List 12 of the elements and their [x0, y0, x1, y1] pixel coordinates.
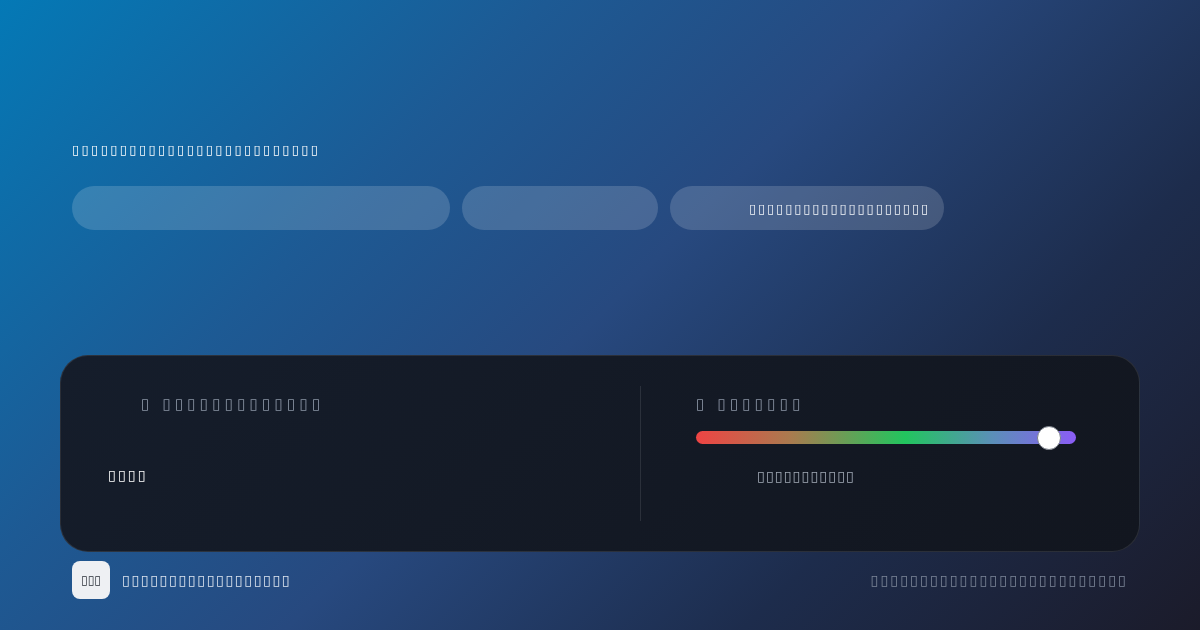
panel-label: ▯ ▯▯▯▯▯▯▯ — [696, 394, 805, 414]
panel-value: ▯▯▯▯ — [108, 466, 148, 484]
input-field[interactable] — [72, 186, 450, 230]
footer-note: ▯▯▯▯▯▯▯▯▯▯▯▯▯▯▯▯▯▯▯▯▯▯▯▯▯▯ — [870, 572, 1128, 588]
footer-title: ▯▯▯▯▯▯▯▯▯▯▯▯▯▯▯▯▯▯ — [122, 572, 292, 588]
pill-button[interactable]: ▯▯▯▯▯▯▯▯▯▯▯▯▯▯▯▯▯▯▯▯ — [670, 186, 944, 230]
logo-tile: ▯▯▯ — [72, 561, 110, 599]
slider-caption: ▯▯▯▯▯▯▯▯▯▯▯ — [757, 467, 855, 485]
heading: ▯▯▯▯▯▯▯▯▯▯▯▯▯▯▯▯▯▯▯▯▯▯▯▯▯▯ — [72, 141, 321, 159]
slider-thumb[interactable] — [1037, 425, 1062, 450]
panel-label: ▯ ▯▯▯▯▯▯▯▯▯▯▯▯▯ — [141, 394, 325, 414]
input-field[interactable] — [462, 186, 658, 230]
